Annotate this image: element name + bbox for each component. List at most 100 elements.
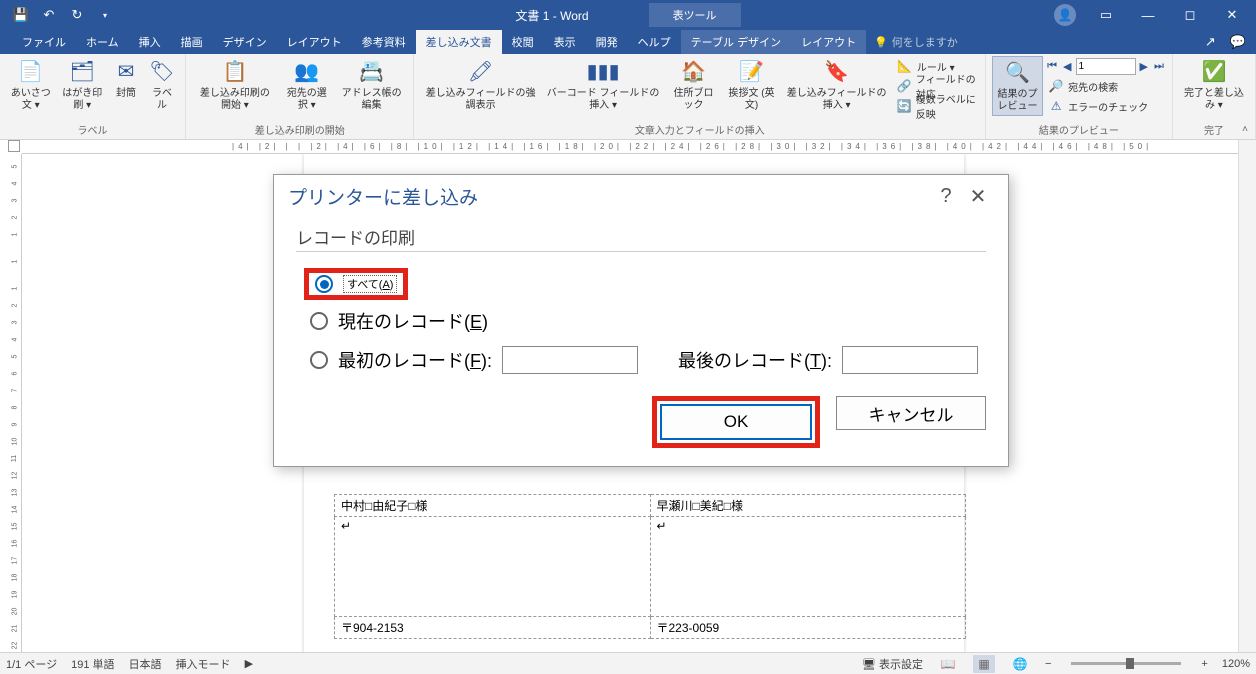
maximize-icon[interactable]: ◻ — [1170, 1, 1210, 29]
records-section-label: レコードの印刷 — [296, 224, 986, 252]
user-avatar-icon[interactable]: 👤 — [1054, 4, 1076, 26]
envelope-button[interactable]: ✉封筒 — [109, 56, 143, 102]
address-block-button[interactable]: 🏠住所ブロック — [665, 56, 721, 114]
tab-draw[interactable]: 描画 — [171, 30, 213, 54]
group-create-label: ラベル — [77, 122, 107, 139]
title-bar: 💾 ↶ ↻ ▾ 文書 1 - Word 表ツール 👤 ▭ — ◻ ✕ — [0, 0, 1256, 30]
save-icon[interactable]: 💾 — [8, 2, 34, 28]
document-title: 文書 1 - Word — [515, 7, 588, 24]
check-errors-button[interactable]: ⚠エラーのチェック — [1045, 96, 1166, 116]
edit-recipients-button[interactable]: 📇アドレス帳の編集 — [336, 56, 408, 114]
zoom-in-icon[interactable]: + — [1201, 658, 1207, 670]
minimize-icon[interactable]: — — [1128, 1, 1168, 29]
tab-insert[interactable]: 挿入 — [129, 30, 171, 54]
ok-button[interactable]: OK — [661, 405, 811, 439]
tab-layout[interactable]: レイアウト — [277, 30, 352, 54]
label-button[interactable]: 🏷ラベル — [145, 56, 179, 114]
radio-current[interactable] — [310, 312, 328, 330]
insert-field-icon: 🔖 — [823, 58, 851, 86]
zoom-out-icon[interactable]: − — [1045, 658, 1051, 670]
table-cell[interactable]: 〒904-2153 — [335, 617, 651, 639]
share-icon[interactable]: ↗ — [1205, 34, 1216, 50]
tab-home[interactable]: ホーム — [76, 30, 129, 54]
select-recipients-button[interactable]: 👥宛先の選択 ▾ — [280, 56, 334, 114]
tab-table-layout[interactable]: レイアウト — [791, 30, 866, 54]
next-record-icon[interactable]: ▶ — [1138, 60, 1150, 73]
undo-icon[interactable]: ↶ — [36, 2, 62, 28]
finish-merge-button[interactable]: ✅完了と差し込み ▾ — [1179, 56, 1249, 114]
match-icon: 🔗 — [897, 78, 912, 94]
highlight-ok-button: OK — [652, 396, 820, 448]
table-cell[interactable]: 早瀬川□美紀□様 — [650, 495, 966, 517]
rules-icon: 📐 — [897, 58, 913, 74]
display-settings[interactable]: 🖥 表示設定 — [862, 656, 923, 672]
print-layout-icon[interactable]: ▦ — [973, 655, 995, 673]
start-merge-button[interactable]: 📋差し込み印刷の開始 ▾ — [192, 56, 278, 114]
tab-file[interactable]: ファイル — [12, 30, 76, 54]
ruler-corner[interactable] — [8, 140, 20, 152]
page-count[interactable]: 1/1 ページ — [6, 656, 57, 672]
tab-view[interactable]: 表示 — [544, 30, 586, 54]
read-mode-icon[interactable]: 📖 — [937, 655, 959, 673]
highlight-fields-button[interactable]: 🖍差し込みフィールドの強調表示 — [420, 56, 540, 114]
qat-customize-icon[interactable]: ▾ — [92, 2, 118, 28]
barcode-button[interactable]: ▮▮▮バーコード フィールドの挿入 ▾ — [543, 56, 664, 114]
preview-results-button[interactable]: 🔍結果のプレビュー — [992, 56, 1043, 116]
group-start-label: 差し込み印刷の開始 — [255, 122, 345, 139]
zoom-slider[interactable] — [1071, 662, 1181, 665]
collapse-ribbon-icon[interactable]: ˄ — [1242, 124, 1248, 135]
web-layout-icon[interactable]: 🌐 — [1009, 655, 1031, 673]
update-labels-button[interactable]: 🔄複数ラベルに反映 — [894, 96, 979, 116]
radio-from-label: 最初のレコード(F): — [338, 347, 492, 373]
dialog-close-icon[interactable]: ✕ — [962, 184, 994, 209]
find-icon: 🔎 — [1048, 78, 1064, 94]
start-merge-icon: 📋 — [221, 58, 249, 86]
to-record-input[interactable] — [842, 346, 978, 374]
postcard-button[interactable]: 🗂はがき印刷 ▾ — [57, 56, 106, 114]
record-navigation: ⏮ ◀ ▶ ⏭ — [1045, 56, 1166, 76]
close-icon[interactable]: ✕ — [1212, 1, 1252, 29]
highlight-all-option: すべて(A) — [304, 268, 408, 300]
word-count[interactable]: 191 単語 — [71, 656, 114, 672]
find-recipient-button[interactable]: 🔎宛先の検索 — [1045, 76, 1166, 96]
tell-me-search[interactable]: 💡 何をしますか — [874, 34, 958, 50]
tab-references[interactable]: 参考資料 — [352, 30, 416, 54]
radio-all[interactable] — [315, 275, 333, 293]
language[interactable]: 日本語 — [129, 656, 162, 672]
first-record-icon[interactable]: ⏮ — [1045, 60, 1059, 73]
horizontal-ruler[interactable]: |4| |2| | | |2| |4| |6| |8| |10| |12| |1… — [22, 140, 1238, 154]
tab-review[interactable]: 校閲 — [502, 30, 544, 54]
radio-range[interactable] — [310, 351, 328, 369]
tab-developer[interactable]: 開発 — [586, 30, 628, 54]
cancel-button[interactable]: キャンセル — [836, 396, 986, 430]
zoom-level[interactable]: 120% — [1222, 658, 1250, 670]
tab-design[interactable]: デザイン — [213, 30, 277, 54]
table-cell[interactable]: 中村□由紀子□様 — [335, 495, 651, 517]
tab-help[interactable]: ヘルプ — [628, 30, 681, 54]
tab-mailings[interactable]: 差し込み文書 — [416, 30, 502, 54]
comments-icon[interactable]: 💬 — [1230, 34, 1246, 50]
table-row: ↵↵ — [335, 517, 966, 617]
tell-me-label: 何をしますか — [892, 34, 958, 50]
insert-mode[interactable]: 挿入モード — [176, 656, 231, 672]
ribbon-display-icon[interactable]: ▭ — [1086, 1, 1126, 29]
greeting-line-button[interactable]: 📝挨拶文 (英文) — [724, 56, 780, 114]
table-cell[interactable]: 〒223-0059 — [650, 617, 966, 639]
label-table: 中村□由紀子□様 早瀬川□美紀□様 ↵↵ 〒904-2153 〒223-0059 — [334, 494, 966, 639]
dialog-title: プリンターに差し込み — [288, 183, 478, 210]
from-record-input[interactable] — [502, 346, 638, 374]
last-record-icon[interactable]: ⏭ — [1152, 60, 1166, 73]
help-icon[interactable]: ? — [930, 185, 962, 208]
vertical-ruler[interactable]: 5432111234567891011121314151617181920212… — [8, 154, 22, 652]
redo-icon[interactable]: ↻ — [64, 2, 90, 28]
macro-icon[interactable]: ▶ — [245, 657, 253, 670]
table-cell[interactable]: ↵ — [335, 517, 651, 617]
greeting-button[interactable]: 📄あいさつ文 ▾ — [6, 56, 55, 114]
vertical-scrollbar[interactable] — [1238, 140, 1256, 652]
recipients-icon: 👥 — [293, 58, 321, 86]
record-number-input[interactable] — [1076, 58, 1136, 75]
tab-table-design[interactable]: テーブル デザイン — [681, 30, 791, 54]
table-cell[interactable]: ↵ — [650, 517, 966, 617]
prev-record-icon[interactable]: ◀ — [1061, 60, 1073, 73]
insert-field-button[interactable]: 🔖差し込みフィールドの挿入 ▾ — [781, 56, 891, 114]
